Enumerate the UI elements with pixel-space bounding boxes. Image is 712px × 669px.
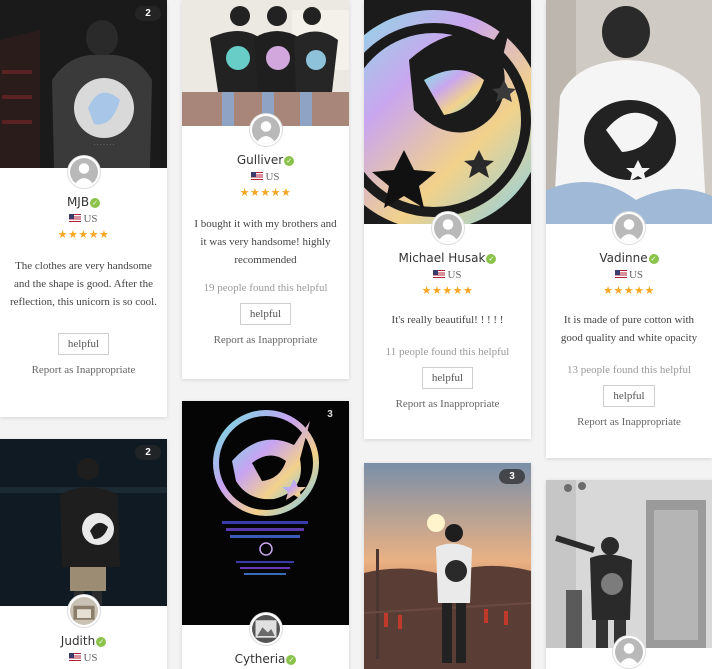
reviewer-country: US xyxy=(0,651,167,665)
review-text: The clothes are very handsome and the sh… xyxy=(10,260,157,308)
review-photo[interactable]: 3 xyxy=(364,463,531,669)
us-flag-icon xyxy=(614,270,627,278)
report-link[interactable]: Report as Inappropriate xyxy=(546,415,712,429)
avatar xyxy=(67,156,100,188)
helpful-count: 13 people found this helpful xyxy=(566,364,692,376)
verified-check-icon: ✓ xyxy=(96,637,107,647)
review-card-8 xyxy=(546,480,712,669)
us-flag-icon xyxy=(69,653,82,661)
review-photo[interactable] xyxy=(182,0,349,126)
report-link[interactable]: Report as Inappropriate xyxy=(0,363,167,377)
svg-text:· · · · · · ·: · · · · · · · xyxy=(94,142,115,148)
helpful-button[interactable]: helpful xyxy=(421,367,474,389)
avatar xyxy=(613,212,645,244)
avatar xyxy=(67,595,100,627)
photo-count-badge: 2 xyxy=(135,6,161,21)
photo-count-badge: 3 xyxy=(499,469,525,484)
review-card-vadinne: Vadinne ✓ US ★★★★★ It is made of pure cot… xyxy=(546,0,712,458)
review-card-mjb: · · · · · · · 2 MJB ✓ US ★★★★★ The clothe… xyxy=(0,0,167,417)
review-photo[interactable]: 2 xyxy=(0,439,167,606)
review-photo[interactable]: 3 xyxy=(182,401,349,625)
reviewer-name: Judith ✓ xyxy=(0,633,167,649)
us-flag-icon xyxy=(251,172,264,180)
reviewer-country: US xyxy=(0,212,167,226)
report-link[interactable]: Report as Inappropriate xyxy=(364,397,531,411)
review-photo[interactable]: · · · · · · · 2 xyxy=(0,0,167,168)
star-rating: ★★★★★ xyxy=(57,228,110,241)
verified-check-icon: ✓ xyxy=(90,198,101,208)
avatar xyxy=(431,212,464,244)
avatar xyxy=(613,636,645,668)
helpful-button[interactable]: helpful xyxy=(603,385,655,407)
review-text: It's really beautiful! ! ! ! ! xyxy=(391,314,504,326)
verified-check-icon: ✓ xyxy=(486,254,497,264)
star-rating: ★★★★★ xyxy=(603,284,655,297)
helpful-button[interactable]: helpful xyxy=(57,333,110,355)
reviewer-name: Cytheria ✓ xyxy=(182,651,349,667)
reviewer-name: Vadinne ✓ xyxy=(546,250,712,266)
reviewer-country: US xyxy=(546,268,712,282)
verified-check-icon: ✓ xyxy=(284,156,295,166)
reviewer-country: US xyxy=(182,170,349,184)
review-photo[interactable] xyxy=(364,0,531,224)
review-photo[interactable] xyxy=(546,480,712,648)
reviewer-name: Michael Husak ✓ xyxy=(364,250,531,266)
reviewer-name: MJB ✓ xyxy=(0,194,167,210)
photo-count-badge: 3 xyxy=(327,409,333,420)
review-card-michael-husak: Michael Husak ✓ US ★★★★★ It's really beau… xyxy=(364,0,531,439)
helpful-count: 11 people found this helpful xyxy=(385,346,510,358)
reviewer-name: Gulliver ✓ xyxy=(182,152,349,168)
avatar xyxy=(249,114,282,146)
star-rating: ★★★★★ xyxy=(421,284,474,297)
review-text: I bought it with my brothers and it was … xyxy=(194,218,337,266)
review-text: It is made of pure cotton with good qual… xyxy=(560,314,698,344)
report-link[interactable]: Report as Inappropriate xyxy=(182,333,349,347)
review-photo[interactable] xyxy=(546,0,712,224)
us-flag-icon xyxy=(433,270,446,278)
reviewer-country: US xyxy=(364,268,531,282)
review-card-7: 3 xyxy=(364,463,531,669)
verified-check-icon: ✓ xyxy=(286,655,297,665)
verified-check-icon: ✓ xyxy=(648,254,659,264)
review-card-gulliver: Gulliver ✓ US ★★★★★ I bought it with my b… xyxy=(182,0,349,379)
star-rating: ★★★★★ xyxy=(239,186,292,199)
review-card-cytheria: 3 Cytheria ✓ xyxy=(182,401,349,669)
helpful-count: 19 people found this helpful xyxy=(203,282,328,294)
helpful-button[interactable]: helpful xyxy=(239,303,292,325)
photo-count-badge: 2 xyxy=(135,445,161,460)
us-flag-icon xyxy=(69,214,82,222)
avatar xyxy=(249,613,282,645)
review-card-judith: 2 Judith ✓ US xyxy=(0,439,167,669)
